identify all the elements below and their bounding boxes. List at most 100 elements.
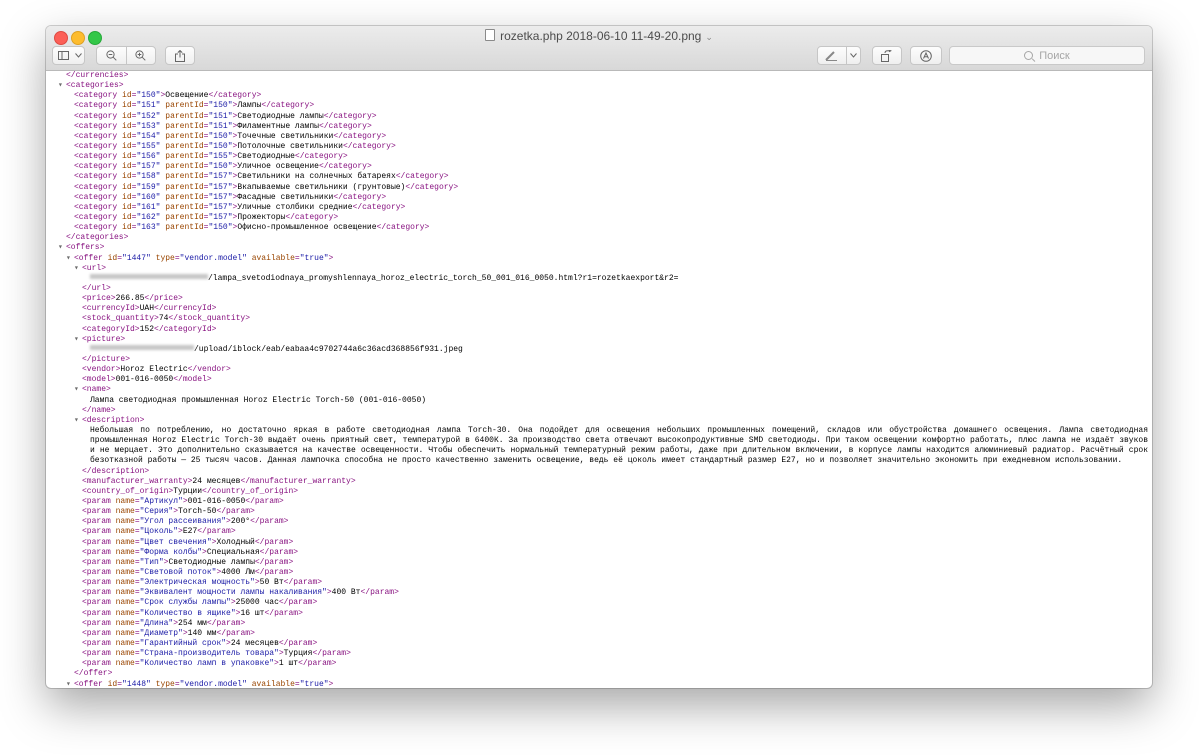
share-icon (175, 49, 185, 62)
xml-text: Холодный (216, 537, 255, 547)
xml-text: Филаментные лампы (237, 121, 319, 131)
zoom-in-button[interactable] (125, 47, 156, 64)
model-line: <model>001-016-0050</model> (46, 375, 1152, 385)
xml-tag: </category> (323, 111, 377, 121)
categories-open[interactable]: ▾ <categories> (46, 81, 1152, 91)
xml-attr-value: "157" (208, 172, 233, 182)
xml-tag: </param> (278, 598, 318, 608)
url-open[interactable]: ▾ <url> (46, 264, 1152, 274)
xml-tag: <param (82, 628, 116, 638)
xml-tag: <category (74, 212, 123, 222)
xml-tag: <vendor> (82, 365, 121, 375)
markup-toolbar-button[interactable] (817, 46, 861, 65)
xml-text: Лампа светодиодная промышленная Horoz El… (90, 395, 427, 405)
search-field[interactable]: Поиск (949, 46, 1145, 65)
xml-attr-value: "Эквивалент мощности лампы накаливания" (139, 588, 327, 598)
xml-text: Светодиодные (237, 152, 295, 162)
xml-tag: </manufacturer_warranty> (240, 476, 356, 486)
xml-document-view[interactable]: </currencies> ▾ <categories> <category id="… (46, 71, 1152, 688)
xml-tag: <category (74, 131, 123, 141)
xml-attr-name: id (122, 121, 132, 131)
xml-tag: <param (82, 507, 116, 517)
xml-tag: </param> (197, 527, 236, 537)
offer-open[interactable]: ▾ <offer id="1447" type="vendor.model" av… (46, 254, 1152, 264)
xml-attr-value: "153" (136, 121, 161, 131)
description-value: Небольшая по потреблению, но достаточно … (46, 426, 1152, 467)
offers-open[interactable]: ▾ <offers> (46, 243, 1152, 253)
param-line: <param name="Эквивалент мощности лампы н… (46, 588, 1152, 598)
xml-tag: <offer (74, 253, 108, 263)
xml-attr-value: "Длина" (139, 618, 174, 628)
xml-text: 1 шт (278, 659, 299, 669)
xml-text: 400 Вт (331, 588, 361, 598)
xml-attr-value: "157" (208, 212, 233, 222)
param-line: <param name="Диаметр">140 мм</param> (46, 629, 1152, 639)
xml-attr-value: "150" (208, 101, 233, 111)
category-line: <category id="150">Освещение</category> (46, 91, 1152, 101)
xml-tag: </category> (285, 212, 339, 222)
annotate-button[interactable] (910, 46, 942, 65)
xml-tag: <categories> (66, 81, 124, 91)
xml-attr-name: name (115, 567, 135, 577)
xml-attr-name: name (115, 588, 135, 598)
description-open[interactable]: ▾ <description> (46, 416, 1152, 426)
xml-attr-name: name (115, 618, 135, 628)
xml-tag: </param> (312, 649, 351, 659)
xml-tag: > (328, 253, 334, 263)
document-icon (485, 29, 496, 41)
xml-attr-value: "155" (208, 152, 233, 162)
xml-attr-name: name (115, 649, 135, 659)
xml-attr-name: parentId (165, 223, 204, 233)
xml-tag: <category (74, 223, 123, 233)
xml-text: Турции (173, 486, 203, 496)
share-button[interactable] (165, 46, 195, 65)
xml-attr-name: parentId (165, 131, 204, 141)
xml-tag: </category> (333, 131, 387, 141)
xml-tag: </param> (254, 557, 294, 567)
xml-attr-name: name (115, 557, 135, 567)
category-line: <category id="153" parentId="151">Филаме… (46, 122, 1152, 132)
xml-attr-value: "Тип" (139, 557, 164, 567)
param-line: <param name="Количество ламп в упаковке"… (46, 659, 1152, 669)
xml-tag: </param> (250, 517, 289, 527)
next-offer-open[interactable]: ▾ <offer id="1448" type="vendor.model" av… (46, 680, 1152, 689)
search-placeholder: Поиск (1039, 49, 1070, 62)
xml-attr-name: id (122, 192, 132, 202)
xml-tag: </vendor> (187, 365, 231, 375)
xml-attr-name: name (115, 547, 135, 557)
rotate-button[interactable] (872, 46, 902, 65)
xml-tag: <description> (82, 415, 145, 425)
xml-attr-value: "Световой поток" (139, 567, 217, 577)
param-line: <param name="Количество в ящике">16 шт</… (46, 609, 1152, 619)
xml-attr-name: id (107, 253, 118, 263)
zoom-controls (96, 46, 156, 65)
xml-tag: <categoryId> (82, 324, 140, 334)
country-line: <country_of_origin>Турции</country_of_or… (46, 487, 1152, 497)
window-title[interactable]: rozetka.php 2018-06-10 11-49-20.png ⌄ (46, 29, 1152, 43)
xml-tag: <category (74, 121, 123, 131)
picture-open[interactable]: ▾ <picture> (46, 335, 1152, 345)
price-line: <price>266.85</price> (46, 294, 1152, 304)
xml-tag: <param (82, 618, 116, 628)
xml-tag: <category (74, 101, 123, 111)
xml-tag: <param (82, 517, 116, 527)
xml-attr-value: "151" (208, 121, 233, 131)
xml-tag: </price> (144, 294, 183, 304)
xml-attr-value: "Срок службы лампы" (139, 598, 231, 608)
chevron-down-icon (73, 47, 84, 64)
param-line: <param name="Артикул">001-016-0050</para… (46, 497, 1152, 507)
currency-line: <currencyId>UAH</currencyId> (46, 304, 1152, 314)
category-line: <category id="152" parentId="151">Светод… (46, 112, 1152, 122)
xml-attr-value: "Количество в ящике" (139, 608, 236, 618)
xml-text: Потолочные светильники (237, 141, 343, 151)
xml-attr-value: "1447" (122, 253, 151, 263)
zoom-out-button[interactable] (97, 47, 126, 64)
xml-text: 200° (230, 517, 251, 527)
xml-attr-name: id (122, 162, 132, 172)
category-line: <category id="163" parentId="150">Офисно… (46, 223, 1152, 233)
xml-tag: <param (82, 537, 116, 547)
sidebar-view-button[interactable] (52, 46, 85, 65)
xml-tag: </param> (278, 638, 318, 648)
xml-attr-name: parentId (165, 162, 204, 172)
name-open[interactable]: ▾ <name> (46, 385, 1152, 395)
